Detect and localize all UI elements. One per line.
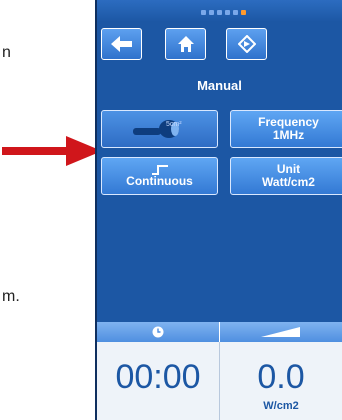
clock-icon [152,326,164,338]
margin-text-top: n [2,44,11,61]
intensity-cell[interactable]: 0.0 W/cm2 [219,342,342,420]
unit-button[interactable]: Unit Watt/cm2 [230,157,342,195]
status-strip [97,0,342,22]
callout-arrow [2,136,102,166]
back-button[interactable] [101,28,142,60]
device-screen: Manual 5cm² Frequency 1MHz Continuous Un… [95,0,342,420]
status-panel: 00:00 0.0 W/cm2 [97,342,342,420]
enter-button[interactable] [226,28,267,60]
progress-dot [233,10,238,15]
progress-indicator [201,10,246,15]
home-button[interactable] [165,28,206,60]
timer-cell[interactable]: 00:00 [97,342,219,420]
timer-display: 00:00 [115,358,201,396]
mode-label: Continuous [126,173,193,188]
arrow-left-icon [110,36,132,52]
enter-icon [237,35,256,53]
progress-dot [225,10,230,15]
progress-dot-active [241,10,246,15]
intensity-unit: W/cm2 [263,400,299,412]
timer-header [97,322,219,342]
margin-text-bottom: m. [2,288,20,305]
unit-value: Watt/cm2 [262,175,315,189]
intensity-display: 0.0 [257,358,305,396]
intensity-header [219,322,342,342]
status-header-bar [97,322,342,342]
frequency-button[interactable]: Frequency 1MHz [230,110,342,148]
ramp-icon [261,327,300,337]
progress-dot [209,10,214,15]
mode-button[interactable]: Continuous [101,157,218,195]
progress-dot [201,10,206,15]
progress-dot [217,10,222,15]
head-area-label: 5cm² [166,121,182,128]
pulse-step-icon [151,164,168,175]
treatment-head-button[interactable]: 5cm² [101,110,218,148]
screen-title: Manual [197,78,242,93]
home-icon [177,36,194,52]
frequency-value: 1MHz [272,128,305,142]
